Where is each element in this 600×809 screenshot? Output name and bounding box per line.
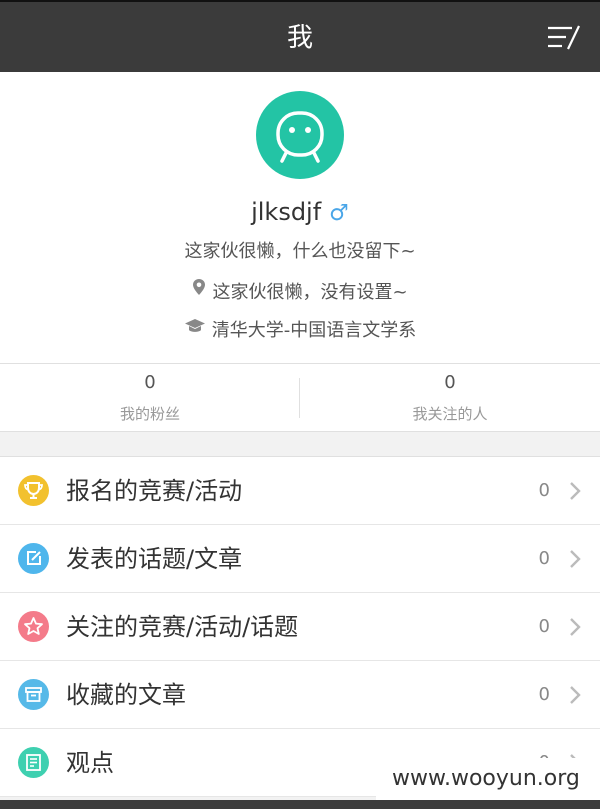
menu-list: 报名的竞赛/活动 0 发表的话题/文章 0 关注的竞赛/活动/话题 0 收藏的文…: [0, 456, 600, 797]
following-stat[interactable]: 0 我关注的人: [300, 364, 600, 432]
bottom-strip: [0, 800, 600, 809]
menu-item-followed-items[interactable]: 关注的竞赛/活动/话题 0: [0, 593, 600, 661]
chevron-right-icon: [568, 685, 582, 705]
avatar[interactable]: [256, 91, 344, 179]
menu-item-label: 报名的竞赛/活动: [66, 477, 243, 505]
menu-edit-icon[interactable]: [546, 22, 582, 54]
top-bar: 我: [0, 0, 600, 72]
followers-count: 0: [144, 372, 156, 393]
chevron-right-icon: [568, 617, 582, 637]
menu-item-registered-competitions[interactable]: 报名的竞赛/活动 0: [0, 457, 600, 525]
location-pin-icon: [192, 277, 206, 305]
menu-item-label: 收藏的文章: [66, 681, 186, 709]
watermark-text: www.wooyun.org: [392, 766, 580, 791]
menu-item-count: 0: [538, 616, 550, 637]
male-gender-icon: ♂: [329, 201, 349, 226]
location-row: 这家伙很懒，没有设置~: [0, 279, 600, 307]
robot-avatar-icon: [276, 111, 324, 163]
menu-item-saved-articles[interactable]: 收藏的文章 0: [0, 661, 600, 729]
archive-icon: [18, 679, 49, 710]
menu-item-count: 0: [538, 548, 550, 569]
menu-item-label: 发表的话题/文章: [66, 545, 243, 573]
graduation-cap-icon: [184, 315, 206, 343]
following-label: 我关注的人: [412, 405, 488, 423]
page-title: 我: [286, 23, 313, 53]
bio-text: 这家伙很懒，什么也没留下~: [184, 241, 416, 262]
profile-card: jlksdjf ♂ 这家伙很懒，什么也没留下~ 这家伙很懒，没有设置~ 清华大学-…: [0, 72, 600, 364]
location-text: 这家伙很懒，没有设置~: [212, 282, 408, 303]
menu-item-count: 0: [538, 684, 550, 705]
menu-item-label: 关注的竞赛/活动/话题: [66, 613, 299, 641]
following-count: 0: [444, 372, 456, 393]
followers-label: 我的粉丝: [119, 405, 180, 423]
school-text: 清华大学-中国语言文学系: [211, 320, 417, 341]
username-row: jlksdjf ♂: [0, 196, 600, 230]
menu-item-count: 0: [538, 480, 550, 501]
star-icon: [18, 611, 49, 642]
menu-item-published-topics[interactable]: 发表的话题/文章 0: [0, 525, 600, 593]
note-icon: [18, 747, 49, 778]
school-row: 清华大学-中国语言文学系: [0, 317, 600, 345]
followers-stat[interactable]: 0 我的粉丝: [0, 364, 300, 432]
chevron-right-icon: [568, 481, 582, 501]
stats-bar: 0 我的粉丝 0 我关注的人: [0, 364, 600, 432]
watermark: www.wooyun.org: [376, 758, 600, 800]
menu-item-label: 观点: [66, 749, 114, 777]
trophy-icon: [18, 475, 49, 506]
chevron-right-icon: [568, 549, 582, 569]
edit-icon: [18, 543, 49, 574]
username: jlksdjf: [251, 198, 322, 226]
